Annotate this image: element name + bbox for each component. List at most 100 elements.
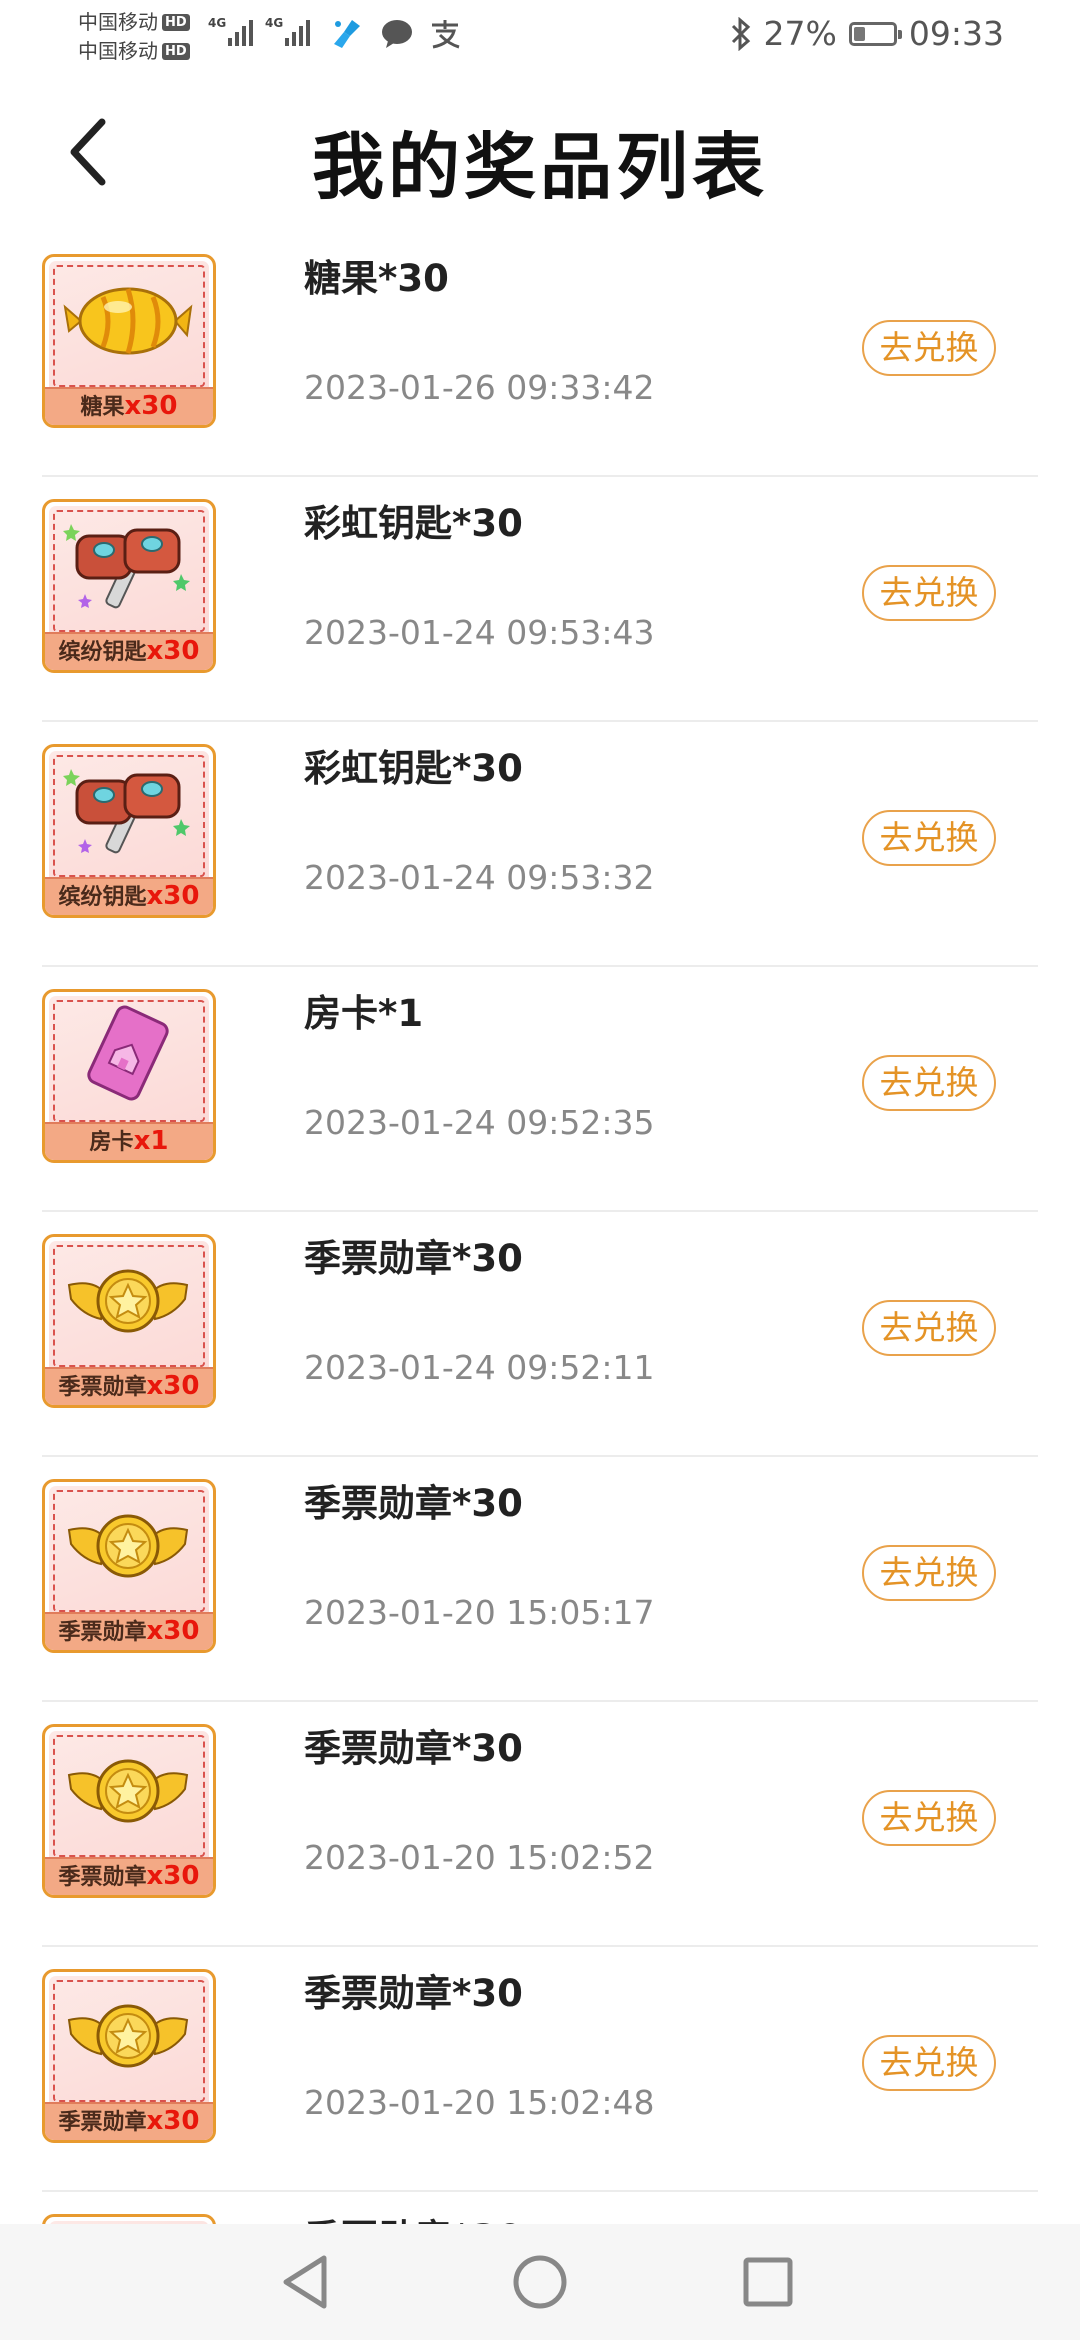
prize-thumbnail: 糖果x30 [42, 254, 216, 428]
prize-row: 缤纷钥匙x30 彩虹钥匙*30 2023-01-24 09:53:43 去兑换 [42, 477, 1038, 722]
prize-timestamp: 2023-01-24 09:53:32 [304, 858, 655, 897]
bluetooth-icon [731, 16, 750, 51]
redeem-button[interactable]: 去兑换 [862, 1545, 996, 1601]
thumbnail-label: 缤纷钥匙 [58, 640, 147, 665]
room-card-icon [87, 1005, 169, 1101]
thumbnail-caption: 季票勋章x30 [45, 1367, 213, 1405]
nav-recents-button[interactable] [730, 2244, 806, 2320]
candy-icon [63, 287, 193, 355]
thumbnail-quantity: x30 [146, 1616, 200, 1646]
thumbnail-caption: 缤纷钥匙x30 [45, 877, 213, 915]
prize-row: 缤纷钥匙x30 彩虹钥匙*30 2023-01-24 09:53:32 去兑换 [42, 722, 1038, 967]
thumbnail-label: 季票勋章 [58, 1375, 147, 1400]
redeem-button[interactable]: 去兑换 [862, 1055, 996, 1111]
prize-timestamp: 2023-01-20 15:02:52 [304, 1838, 655, 1877]
redeem-button[interactable]: 去兑换 [862, 1790, 996, 1846]
carrier-2-label: 中国移动 [78, 39, 158, 63]
prize-thumbnail: 季票勋章x30 [42, 1969, 216, 2143]
thumbnail-label: 糖果 [80, 395, 125, 420]
prize-timestamp: 2023-01-20 15:05:17 [304, 1593, 655, 1632]
prize-name: 彩虹钥匙*30 [304, 502, 523, 545]
thumbnail-caption: 缤纷钥匙x30 [45, 632, 213, 670]
hd-1-badge: HD [162, 14, 190, 31]
signal-1-icon: 4G [208, 16, 253, 46]
rainbow-keys-icon [63, 524, 190, 609]
circle-home-icon [513, 2255, 567, 2309]
season-badge-icon [67, 1514, 189, 1578]
status-bar: 中国移动 HD 中国移动 HD 4G 4G 27% 09:33 [0, 0, 1080, 72]
prize-list-screen: 中国移动 HD 中国移动 HD 4G 4G 27% 09:33 我的奖品列表 糖… [0, 0, 1080, 2340]
page-title: 我的奖品列表 [311, 125, 768, 209]
prize-row: 季票勋章x30 季票勋章*30 2023-01-24 09:52:11 去兑换 [42, 1212, 1038, 1457]
thumbnail-quantity: x30 [146, 636, 200, 666]
prize-thumbnail: 季票勋章x30 [42, 1724, 216, 1898]
prize-name: 季票勋章*30 [304, 1727, 523, 1770]
redeem-button[interactable]: 去兑换 [862, 2035, 996, 2091]
notification-icons [330, 16, 462, 52]
prize-timestamp: 2023-01-24 09:53:43 [304, 613, 655, 652]
nav-home-button[interactable] [502, 2244, 578, 2320]
thumbnail-quantity: x30 [146, 881, 200, 911]
thumbnail-caption: 季票勋章x30 [45, 2102, 213, 2140]
battery-percent: 27% [763, 14, 837, 53]
prize-timestamp: 2023-01-20 15:02:48 [304, 2083, 655, 2122]
prize-row: 季票勋章x30 季票勋章*30 2023-01-20 15:05:17 去兑换 [42, 1457, 1038, 1702]
prize-thumbnail: 房卡x1 [42, 989, 216, 1163]
net-1-label: 4G [208, 16, 227, 30]
redeem-button[interactable]: 去兑换 [862, 1300, 996, 1356]
net-2-label: 4G [265, 16, 284, 30]
redeem-button[interactable]: 去兑换 [862, 320, 996, 376]
prize-name: 彩虹钥匙*30 [304, 747, 523, 790]
thumbnail-label: 缤纷钥匙 [58, 885, 147, 910]
prize-name: 季票勋章*30 [304, 1482, 523, 1525]
hd-2-badge: HD [162, 43, 190, 60]
carrier-info: 中国移动 HD 中国移动 HD [78, 8, 190, 66]
carrier-1-label: 中国移动 [78, 10, 158, 34]
prize-row: 糖果x30 糖果*30 2023-01-26 09:33:42 去兑换 [42, 232, 1038, 477]
thumbnail-quantity: x30 [146, 1371, 200, 1401]
season-badge-icon [67, 1759, 189, 1823]
prize-thumbnail: 缤纷钥匙x30 [42, 744, 216, 918]
prize-row: 房卡x1 房卡*1 2023-01-24 09:52:35 去兑换 [42, 967, 1038, 1212]
prize-row: 季票勋章x30 季票勋章*30 2023-01-20 15:02:52 去兑换 [42, 1702, 1038, 1947]
redeem-button[interactable]: 去兑换 [862, 565, 996, 621]
prize-timestamp: 2023-01-26 09:33:42 [304, 368, 655, 407]
prize-row: 季票勋章x30 季票勋章*30 2023-01-20 15:02:48 去兑换 [42, 1947, 1038, 2192]
thumbnail-caption: 糖果x30 [45, 387, 213, 425]
triangle-back-icon [283, 2255, 327, 2309]
clock: 09:33 [908, 14, 1004, 53]
thumbnail-quantity: x1 [133, 1126, 169, 1156]
alipay-icon [432, 20, 460, 49]
thumbnail-caption: 房卡x1 [45, 1122, 213, 1160]
thumbnail-label: 季票勋章 [58, 2110, 147, 2135]
thumbnail-label: 季票勋章 [58, 1620, 147, 1645]
thumbnail-caption: 季票勋章x30 [45, 1612, 213, 1650]
battery-icon [848, 21, 902, 46]
status-right: 27% 09:33 [730, 14, 1004, 53]
system-nav-bar [0, 2224, 1080, 2340]
prize-thumbnail: 季票勋章x30 [42, 1234, 216, 1408]
prize-name: 季票勋章*30 [304, 1237, 523, 1280]
signal-2-icon: 4G [265, 16, 310, 46]
thumbnail-caption: 季票勋章x30 [45, 1857, 213, 1895]
season-badge-icon [67, 2004, 189, 2068]
square-recents-icon [743, 2257, 793, 2307]
nav-back-button[interactable] [270, 2244, 346, 2320]
thumbnail-quantity: x30 [146, 1861, 200, 1891]
prize-name: 糖果*30 [304, 257, 449, 300]
thumbnail-label: 房卡 [89, 1130, 134, 1155]
prize-thumbnail: 季票勋章x30 [42, 1479, 216, 1653]
header: 我的奖品列表 [0, 72, 1080, 232]
signal-group: 4G 4G [208, 16, 310, 46]
rainbow-keys-icon [63, 769, 190, 854]
prize-timestamp: 2023-01-24 09:52:35 [304, 1103, 655, 1142]
prize-thumbnail: 缤纷钥匙x30 [42, 499, 216, 673]
prize-timestamp: 2023-01-24 09:52:11 [304, 1348, 655, 1387]
prize-name: 季票勋章*30 [304, 1972, 523, 2015]
thumbnail-quantity: x30 [146, 2106, 200, 2136]
thumbnail-quantity: x30 [124, 391, 178, 421]
season-badge-icon [67, 1269, 189, 1333]
redeem-button[interactable]: 去兑换 [862, 810, 996, 866]
prize-list: 糖果x30 糖果*30 2023-01-26 09:33:42 去兑换 缤纷钥匙x30 彩… [42, 232, 1038, 2340]
prize-name: 房卡*1 [304, 992, 424, 1035]
